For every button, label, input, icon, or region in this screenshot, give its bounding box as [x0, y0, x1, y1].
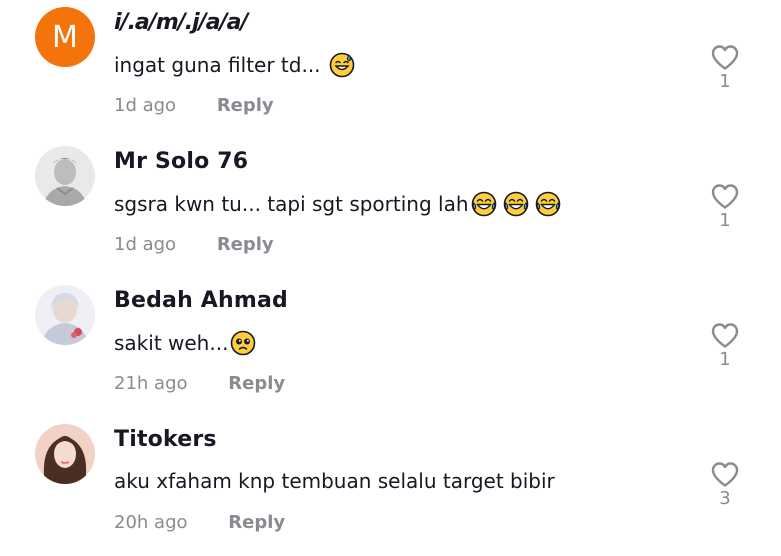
comment-item: Titokers aku xfaham knp tembuan selalu t…	[0, 417, 781, 556]
like-count: 1	[719, 71, 731, 92]
comment-username[interactable]: i/.a/m/.j/a/a/	[114, 10, 248, 35]
like-control: 1	[708, 182, 742, 231]
heart-icon[interactable]	[710, 43, 740, 71]
like-count: 3	[719, 488, 731, 509]
joy-emoji-icon	[471, 191, 497, 217]
comment-text-content: sakit weh...	[114, 331, 229, 355]
comment-time: 20h ago	[114, 512, 188, 533]
reply-button[interactable]: Reply	[228, 512, 285, 533]
avatar[interactable]	[35, 146, 95, 206]
comment-username[interactable]: Mr Solo 76	[114, 149, 248, 174]
comment-item: Bedah Ahmad sakit weh... 21h ago Reply 1	[0, 278, 781, 417]
comment-text: aku xfaham knp tembuan selalu target bib…	[114, 469, 555, 493]
avatar[interactable]	[35, 424, 95, 484]
comment-meta: 20h ago Reply	[114, 512, 285, 533]
comment-meta: 21h ago Reply	[114, 373, 285, 394]
pleading-emoji-icon	[230, 330, 256, 356]
comment-time: 1d ago	[114, 95, 177, 116]
avatar-photo	[35, 424, 95, 484]
comment-item: M i/.a/m/.j/a/a/ ingat guna filter td...…	[0, 0, 781, 139]
reply-button[interactable]: Reply	[217, 95, 274, 116]
like-control: 1	[708, 321, 742, 370]
joy-emoji-icon	[503, 191, 529, 217]
comment-text-content: ingat guna filter td...	[114, 53, 321, 77]
comment-time: 21h ago	[114, 373, 188, 394]
comment-text: ingat guna filter td...	[114, 52, 355, 78]
like-count: 1	[719, 210, 731, 231]
heart-icon[interactable]	[710, 182, 740, 210]
comment-meta: 1d ago Reply	[114, 95, 274, 116]
comment-text-content: sgsra kwn tu... tapi sgt sporting lah	[114, 192, 469, 216]
comment-meta: 1d ago Reply	[114, 234, 274, 255]
joy-emoji-icon	[535, 191, 561, 217]
comment-item: Mr Solo 76 sgsra kwn tu... tapi sgt spor…	[0, 139, 781, 278]
comment-username[interactable]: Bedah Ahmad	[114, 288, 288, 313]
reply-button[interactable]: Reply	[228, 373, 285, 394]
like-count: 1	[719, 349, 731, 370]
heart-icon[interactable]	[710, 460, 740, 488]
comment-username[interactable]: Titokers	[114, 427, 217, 452]
avatar-letter: M	[52, 19, 78, 55]
avatar-photo	[35, 146, 95, 206]
avatar[interactable]: M	[35, 7, 95, 67]
comment-text: sgsra kwn tu... tapi sgt sporting lah	[114, 191, 561, 217]
comment-text: sakit weh...	[114, 330, 256, 356]
comment-text-content: aku xfaham knp tembuan selalu target bib…	[114, 469, 555, 493]
comment-time: 1d ago	[114, 234, 177, 255]
reply-button[interactable]: Reply	[217, 234, 274, 255]
like-control: 3	[708, 460, 742, 509]
avatar[interactable]	[35, 285, 95, 345]
avatar-photo	[35, 285, 95, 345]
heart-icon[interactable]	[710, 321, 740, 349]
sweat-smile-emoji-icon	[329, 52, 355, 78]
like-control: 1	[708, 43, 742, 92]
